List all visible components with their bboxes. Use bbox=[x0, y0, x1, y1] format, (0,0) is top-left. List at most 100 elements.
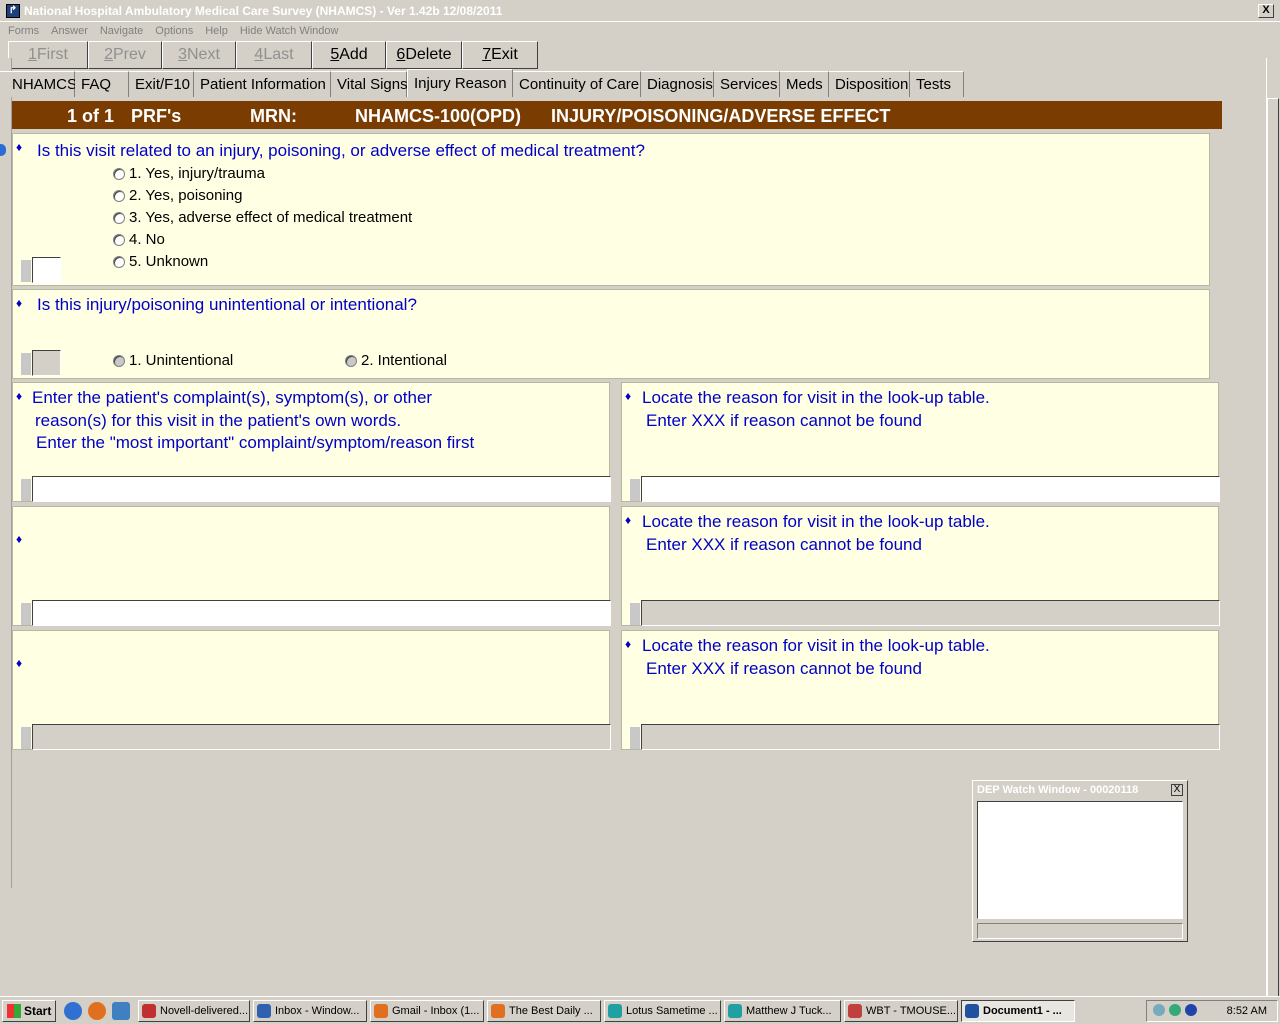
tab-vital-signs[interactable]: Vital Signs bbox=[331, 71, 408, 97]
network-icon[interactable] bbox=[1153, 1004, 1165, 1016]
menu-help[interactable]: Help bbox=[205, 25, 228, 37]
watch-window-title: DEP Watch Window - 00020118 bbox=[973, 781, 1187, 799]
next-button[interactable]: 3 Next bbox=[162, 41, 236, 69]
audio-icon[interactable] bbox=[1185, 1004, 1197, 1016]
first-button[interactable]: 1 First bbox=[8, 41, 88, 69]
bullet-icon: ♦ bbox=[625, 389, 632, 403]
field-marker bbox=[21, 479, 31, 501]
injury-option-2[interactable]: 2. Yes, poisoning bbox=[113, 187, 242, 204]
injury-question-panel: ♦ Is this visit related to an injury, po… bbox=[12, 133, 1210, 286]
lookup-instruction-line-1: Locate the reason for visit in the look-… bbox=[642, 512, 990, 531]
tab-services[interactable]: Services bbox=[714, 71, 780, 97]
close-window-button[interactable]: X bbox=[1258, 4, 1274, 18]
bullet-icon: ♦ bbox=[16, 140, 23, 154]
lookup-3-input[interactable] bbox=[641, 724, 1220, 750]
watch-window-content bbox=[977, 801, 1183, 919]
injury-option-5[interactable]: 5. Unknown bbox=[113, 253, 208, 270]
tab-nhamcs[interactable]: NHAMCS bbox=[0, 71, 77, 97]
app-icon: ↱ bbox=[6, 3, 20, 18]
task-inbox[interactable]: Inbox - Window... bbox=[253, 999, 367, 1022]
sametime-tray-icon[interactable] bbox=[1169, 1004, 1181, 1016]
vertical-scrollbar[interactable] bbox=[1266, 58, 1280, 998]
task-gmail[interactable]: Gmail - Inbox (1... bbox=[370, 999, 484, 1022]
injury-answer-input[interactable] bbox=[32, 257, 61, 283]
field-marker bbox=[21, 603, 31, 625]
system-tray: 8:52 AM bbox=[1146, 1000, 1278, 1022]
menu-hide-watch-window[interactable]: Hide Watch Window bbox=[240, 25, 339, 37]
lookup-instruction-line-1: Locate the reason for visit in the look-… bbox=[642, 636, 990, 655]
tab-disposition[interactable]: Disposition bbox=[829, 71, 910, 97]
intent-answer-input[interactable] bbox=[32, 350, 61, 376]
menu-options[interactable]: Options bbox=[155, 25, 193, 37]
tab-bar: NHAMCS FAQ Exit/F10 Patient Information … bbox=[0, 69, 964, 97]
start-button[interactable]: Start bbox=[2, 999, 56, 1022]
tab-tests[interactable]: Tests bbox=[910, 71, 964, 97]
tab-diagnosis[interactable]: Diagnosis bbox=[641, 71, 714, 97]
bullet-icon: ♦ bbox=[625, 637, 632, 651]
lookup-instruction-line-2: Enter XXX if reason cannot be found bbox=[646, 535, 922, 554]
record-header: 1 of 1 PRF's MRN: NHAMCS-100(OPD) INJURY… bbox=[12, 101, 1222, 129]
watch-close-button[interactable]: X bbox=[1171, 784, 1183, 796]
tab-meds[interactable]: Meds bbox=[780, 71, 829, 97]
intent-option-unintentional[interactable]: 1. Unintentional bbox=[113, 352, 233, 369]
menu-forms[interactable]: Forms bbox=[8, 25, 39, 37]
task-matthew[interactable]: Matthew J Tuck... bbox=[724, 999, 841, 1022]
lookup-1-input[interactable] bbox=[641, 476, 1220, 502]
complaint-instruction-line-2: reason(s) for this visit in the patient'… bbox=[35, 411, 402, 430]
menu-answer[interactable]: Answer bbox=[51, 25, 88, 37]
lookup-instruction-line-1: Locate the reason for visit in the look-… bbox=[642, 388, 990, 407]
window-title: National Hospital Ambulatory Medical Car… bbox=[24, 3, 503, 18]
scrollbar-thumb[interactable] bbox=[1267, 98, 1279, 998]
complaint-3-input[interactable] bbox=[32, 724, 611, 750]
help-bubble-icon[interactable] bbox=[0, 144, 6, 156]
desktop-icon[interactable] bbox=[112, 1001, 130, 1020]
task-lotus-sametime[interactable]: Lotus Sametime ... bbox=[604, 999, 721, 1022]
app-icon bbox=[848, 1003, 862, 1018]
section-title: INJURY/POISONING/ADVERSE EFFECT bbox=[551, 106, 891, 126]
radio-icon[interactable] bbox=[113, 354, 125, 367]
task-wbt[interactable]: WBT - TMOUSE... bbox=[844, 999, 958, 1022]
complaint-1-input[interactable] bbox=[32, 476, 611, 502]
injury-option-3[interactable]: 3. Yes, adverse effect of medical treatm… bbox=[113, 209, 412, 226]
complaint-2-panel: ♦ bbox=[12, 506, 611, 626]
radio-icon[interactable] bbox=[113, 255, 125, 268]
exit-button[interactable]: 7 Exit bbox=[462, 41, 538, 69]
menu-navigate[interactable]: Navigate bbox=[100, 25, 143, 37]
injury-option-4[interactable]: 4. No bbox=[113, 231, 165, 248]
injury-option-1[interactable]: 1. Yes, injury/trauma bbox=[113, 165, 265, 182]
task-best-daily[interactable]: The Best Daily ... bbox=[487, 999, 601, 1022]
bullet-icon: ♦ bbox=[16, 532, 23, 546]
radio-icon[interactable] bbox=[113, 211, 125, 224]
radio-icon[interactable] bbox=[113, 167, 125, 180]
mrn-label: MRN: bbox=[250, 106, 297, 126]
complaint-2-input[interactable] bbox=[32, 600, 611, 626]
intent-option-intentional[interactable]: 2. Intentional bbox=[345, 352, 447, 369]
tab-exit-f10[interactable]: Exit/F10 bbox=[129, 71, 194, 97]
sametime-icon bbox=[728, 1003, 742, 1018]
radio-icon[interactable] bbox=[113, 233, 125, 246]
tab-faq[interactable]: FAQ bbox=[75, 71, 129, 97]
firefox-icon[interactable] bbox=[88, 1001, 106, 1020]
add-button[interactable]: 5 Add bbox=[312, 41, 386, 69]
tab-injury-reason[interactable]: Injury Reason bbox=[407, 69, 513, 97]
radio-icon[interactable] bbox=[345, 354, 357, 367]
intent-question-text: Is this injury/poisoning unintentional o… bbox=[37, 295, 417, 314]
lookup-2-input[interactable] bbox=[641, 600, 1220, 626]
task-novell[interactable]: Novell-delivered... bbox=[138, 999, 250, 1022]
radio-icon[interactable] bbox=[113, 189, 125, 202]
task-document1[interactable]: Document1 - ... bbox=[961, 999, 1075, 1022]
delete-button[interactable]: 6 Delete bbox=[386, 41, 462, 69]
ie-icon[interactable] bbox=[64, 1001, 82, 1020]
tab-patient-information[interactable]: Patient Information bbox=[194, 71, 331, 97]
complaint-instruction-line-1: Enter the patient's complaint(s), sympto… bbox=[32, 388, 433, 407]
prev-button[interactable]: 2 Prev bbox=[88, 41, 162, 69]
dep-watch-window: DEP Watch Window - 00020118 X bbox=[972, 780, 1188, 942]
left-scroll-strip[interactable] bbox=[0, 58, 12, 888]
intent-question-panel: ♦ Is this injury/poisoning unintentional… bbox=[12, 289, 1210, 379]
last-button[interactable]: 4 Last bbox=[236, 41, 312, 69]
tab-continuity-of-care[interactable]: Continuity of Care bbox=[513, 71, 641, 97]
complaint-3-panel: ♦ bbox=[12, 630, 611, 750]
complaint-instruction-line-3: Enter the "most important" complaint/sym… bbox=[36, 433, 475, 452]
toolbar: 1 First 2 Prev 3 Next 4 Last 5 Add 6 Del… bbox=[8, 41, 538, 69]
menu-bar: Forms Answer Navigate Options Help Hide … bbox=[0, 22, 1280, 40]
